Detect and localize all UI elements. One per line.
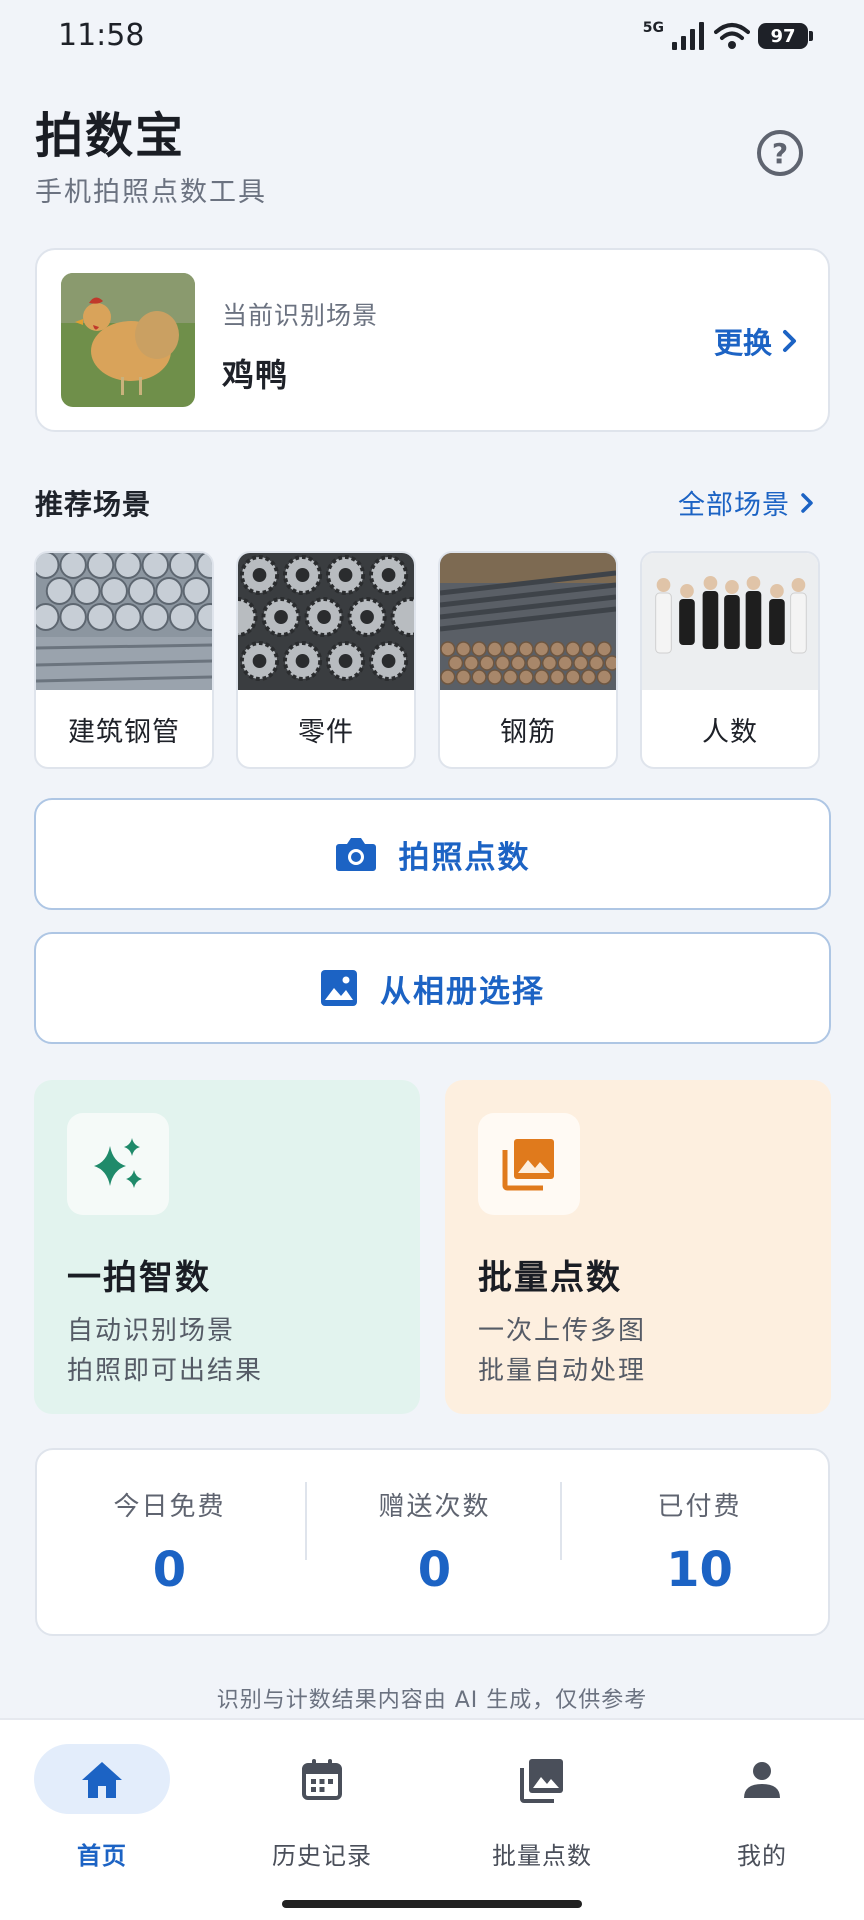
camera-icon [335, 838, 376, 871]
photo-count-label: 拍照点数 [398, 839, 531, 876]
feature-icon-box [67, 1113, 169, 1215]
nav-item-profile[interactable]: 我的 [677, 1744, 847, 1874]
status-indicators: 5G 97 [642, 18, 813, 54]
app-subtitle: 手机拍照点数工具 [35, 177, 267, 208]
image-icon [321, 970, 357, 1006]
people-group-image [642, 553, 818, 690]
sparkles-icon [94, 1138, 142, 1188]
nav-item-batch-count[interactable]: 批量点数 [457, 1744, 627, 1874]
stat-label: 已付费 [657, 1492, 742, 1522]
current-scene-label: 当前识别场景 [222, 301, 379, 330]
chicken-image [61, 273, 195, 407]
usage-stats-card: 今日免费 0 赠送次数 0 已付费 10 [35, 1448, 830, 1636]
chevron-right-icon [801, 492, 813, 513]
photo-count-button[interactable]: 拍照点数 [34, 798, 831, 910]
steel-pipes-image [36, 553, 212, 690]
feature-title: 批量点数 [478, 1258, 622, 1298]
stat-value: 0 [417, 1542, 452, 1598]
home-indicator [282, 1900, 582, 1908]
stat-divider [560, 1482, 562, 1560]
feature-description: 自动识别场景 [67, 1316, 236, 1346]
photo-library-icon [520, 1759, 563, 1803]
home-icon [82, 1762, 122, 1798]
battery-level: 97 [770, 25, 796, 47]
nav-item-history[interactable]: 历史记录 [237, 1744, 407, 1874]
nav-label: 我的 [737, 1842, 787, 1870]
feature-icon-box [478, 1113, 580, 1215]
stat-label: 今日免费 [113, 1492, 226, 1522]
nav-label: 首页 [77, 1842, 127, 1870]
help-circle-icon[interactable]: ? [757, 130, 803, 176]
change-scene-label: 更换 [713, 326, 772, 360]
stat-paid: 已付费 10 [567, 1450, 832, 1638]
all-scenes-link[interactable]: 全部场景 [678, 483, 814, 522]
recommended-section-title: 推荐场景 [35, 488, 152, 521]
wifi-icon [714, 23, 750, 49]
feature-description: 批量自动处理 [478, 1356, 647, 1386]
scene-tile-rebar[interactable]: 钢筋 [438, 551, 618, 769]
network-type-label: 5G [642, 20, 664, 36]
change-scene-button[interactable]: 更换 [714, 320, 798, 362]
bottom-nav: 首页 历史记录 批量点数 我的 [0, 1718, 864, 1920]
scene-tile-label: 钢筋 [500, 717, 556, 748]
status-bar: 11:58 5G 97 [0, 0, 864, 72]
calendar-icon [302, 1759, 342, 1800]
stat-gift-count: 赠送次数 0 [302, 1450, 567, 1638]
stat-label: 赠送次数 [378, 1492, 491, 1522]
ai-disclaimer: 识别与计数结果内容由 AI 生成，仅供参考 [216, 1688, 648, 1713]
chevron-right-icon [783, 330, 796, 352]
stat-value: 0 [152, 1542, 187, 1598]
choose-from-album-button[interactable]: 从相册选择 [34, 932, 831, 1044]
feature-description: 拍照即可出结果 [67, 1356, 264, 1386]
app-title: 拍数宝 [35, 108, 186, 164]
nav-label: 批量点数 [492, 1842, 592, 1870]
scene-tile-steel-pipes[interactable]: 建筑钢管 [34, 551, 214, 769]
smart-count-card[interactable]: 一拍智数 自动识别场景 拍照即可出结果 [34, 1080, 420, 1414]
stat-value: 10 [666, 1542, 733, 1598]
all-scenes-label: 全部场景 [678, 490, 790, 521]
current-scene-card[interactable]: 当前识别场景 鸡鸭 更换 [35, 248, 830, 432]
scene-tile-label: 人数 [702, 717, 758, 748]
rebar-image [440, 553, 616, 690]
feature-title: 一拍智数 [67, 1258, 211, 1298]
scene-tile-label: 建筑钢管 [68, 717, 180, 748]
nav-item-home[interactable]: 首页 [34, 1744, 204, 1874]
scene-tile-gear-parts[interactable]: 零件 [236, 551, 416, 769]
scene-tile-people-count[interactable]: 人数 [640, 551, 820, 769]
scene-tile-label: 零件 [298, 717, 354, 748]
nav-label: 历史记录 [272, 1842, 372, 1870]
stat-free-today: 今日免费 0 [37, 1450, 302, 1638]
battery-indicator: 97 [758, 23, 813, 49]
cellular-signal-icon [672, 22, 704, 50]
person-icon [744, 1762, 780, 1798]
photo-library-icon [502, 1139, 554, 1191]
choose-from-album-label: 从相册选择 [380, 973, 545, 1010]
batch-count-card[interactable]: 批量点数 一次上传多图 批量自动处理 [445, 1080, 831, 1414]
gear-parts-image [238, 553, 414, 690]
current-scene-name: 鸡鸭 [222, 356, 289, 394]
status-time: 11:58 [58, 18, 145, 53]
feature-description: 一次上传多图 [478, 1316, 647, 1346]
